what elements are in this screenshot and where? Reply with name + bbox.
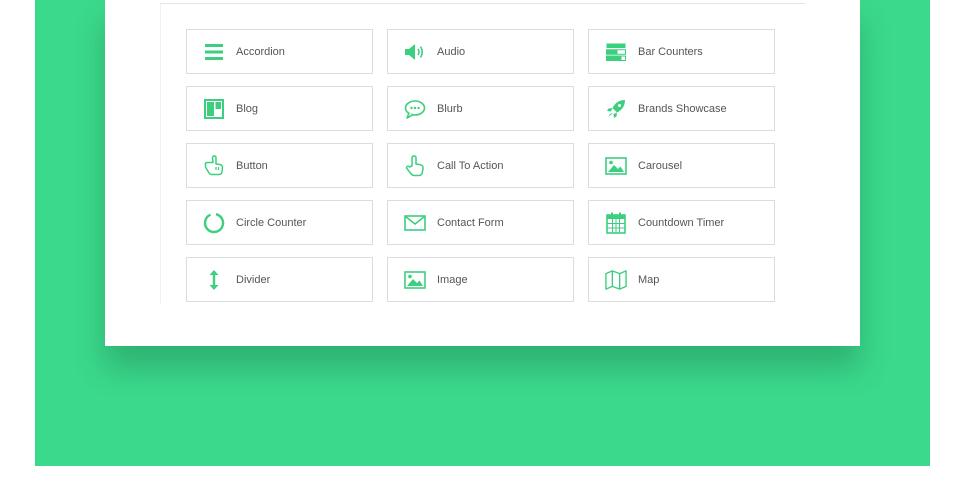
module-label: Divider [236, 273, 271, 286]
module-label: Blurb [437, 102, 463, 115]
envelope-icon [404, 212, 426, 234]
module-image[interactable]: Image [387, 257, 574, 302]
module-label: Brands Showcase [638, 102, 727, 115]
module-accordion[interactable]: Accordion [186, 29, 373, 74]
module-label: Bar Counters [638, 45, 703, 58]
module-label: Audio [437, 45, 466, 58]
module-bar-counters[interactable]: Bar Counters [588, 29, 775, 74]
module-blurb[interactable]: Blurb [387, 86, 574, 131]
module-brands-showcase[interactable]: Brands Showcase [588, 86, 775, 131]
module-map[interactable]: Map [588, 257, 775, 302]
module-label: Map [638, 273, 660, 286]
module-grid: Accordion Audio Bar Counters Blog Blurb … [186, 29, 775, 302]
panel-left-border [160, 4, 161, 304]
rocket-icon [605, 98, 627, 120]
calendar-icon [605, 212, 627, 234]
carousel-image-icon [605, 155, 627, 177]
vertical-arrows-icon [203, 269, 225, 291]
module-label: Accordion [236, 45, 285, 58]
button-pointer-icon [203, 154, 225, 177]
module-divider[interactable]: Divider [186, 257, 373, 302]
module-countdown-timer[interactable]: Countdown Timer [588, 200, 775, 245]
module-audio[interactable]: Audio [387, 29, 574, 74]
module-label: Call To Action [437, 159, 504, 172]
circle-counter-icon [203, 212, 225, 234]
module-carousel[interactable]: Carousel [588, 143, 775, 188]
image-icon [404, 269, 426, 291]
audio-icon [404, 41, 426, 63]
module-picker-panel: Accordion Audio Bar Counters Blog Blurb … [105, 0, 860, 346]
module-label: Image [437, 273, 468, 286]
call-to-action-pointer-icon [404, 154, 426, 177]
module-contact-form[interactable]: Contact Form [387, 200, 574, 245]
blog-icon [203, 98, 225, 120]
module-label: Blog [236, 102, 259, 115]
bar-counters-icon [605, 41, 627, 63]
module-label: Countdown Timer [638, 216, 725, 229]
module-label: Button [236, 159, 268, 172]
module-label: Carousel [638, 159, 683, 172]
module-circle-counter[interactable]: Circle Counter [186, 200, 373, 245]
module-blog[interactable]: Blog [186, 86, 373, 131]
accordion-icon [203, 41, 225, 63]
map-icon [605, 269, 627, 291]
module-button[interactable]: Button [186, 143, 373, 188]
blurb-icon [404, 98, 426, 120]
module-call-to-action[interactable]: Call To Action [387, 143, 574, 188]
module-label: Contact Form [437, 216, 504, 229]
module-label: Circle Counter [236, 216, 307, 229]
divider-line [160, 3, 805, 4]
